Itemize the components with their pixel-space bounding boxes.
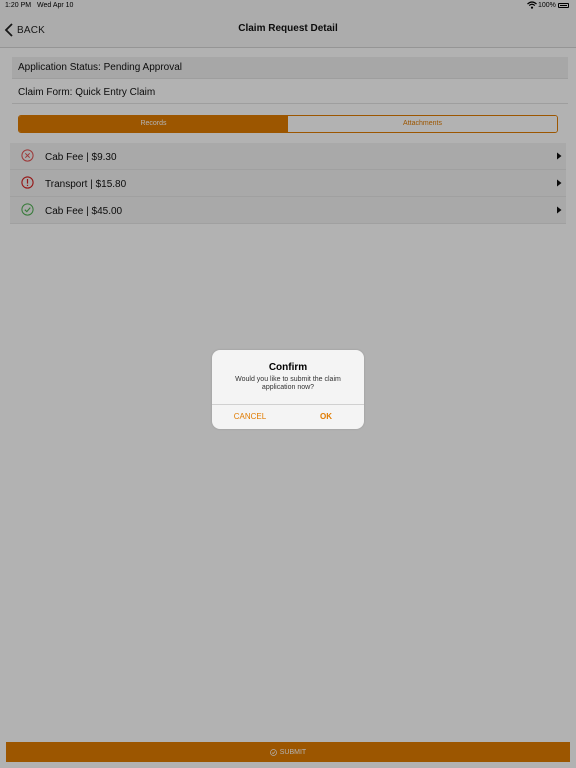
cancel-button[interactable]: CANCEL (212, 405, 288, 429)
ok-button[interactable]: OK (288, 405, 364, 429)
dialog-title: Confirm (268, 362, 308, 373)
dialog-message: Would you like to submit the claim appli… (235, 376, 341, 391)
confirm-dialog: Confirm Would you like to submit the cla… (212, 350, 364, 429)
